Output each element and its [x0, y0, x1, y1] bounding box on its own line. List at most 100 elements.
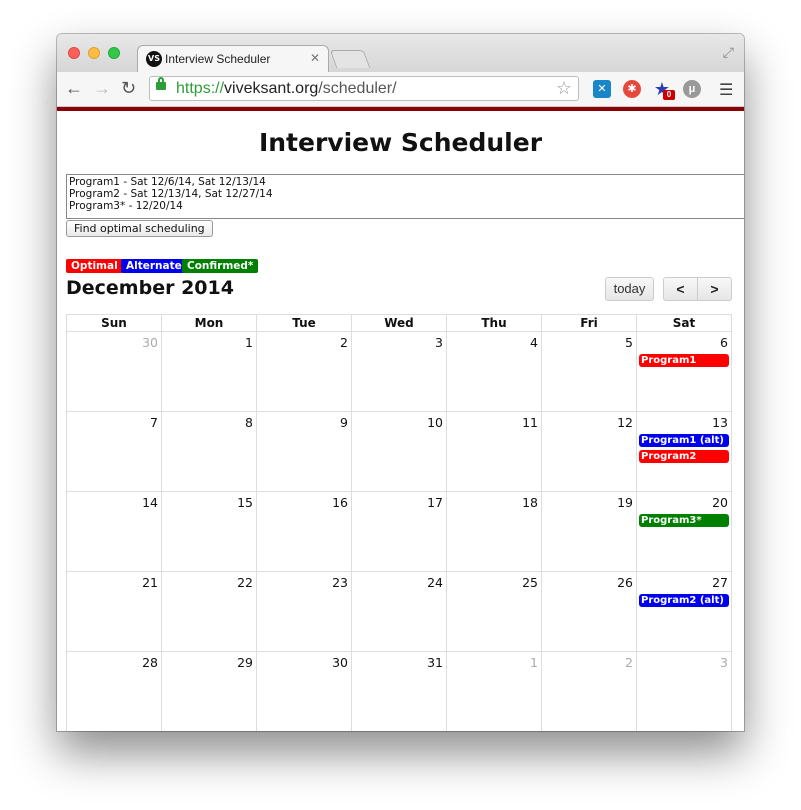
week-row: 7 8 9 10 11 12 13 Program1 (alt) Program2 [66, 412, 732, 492]
extension-4-icon[interactable]: μ [683, 80, 701, 98]
day-cell[interactable]: 17 [352, 492, 447, 571]
browser-window: VS Interview Scheduler ✕ ⤢ ← → ↻ https:/… [57, 34, 744, 731]
extension-2-icon[interactable]: ✱ [623, 80, 641, 98]
day-number: 20 [712, 495, 728, 510]
url-text: https://viveksant.org/scheduler/ [176, 80, 397, 98]
day-number: 24 [427, 575, 443, 590]
day-cell[interactable]: 19 [542, 492, 637, 571]
zoom-window-button[interactable] [108, 47, 120, 59]
day-cell[interactable]: 11 [447, 412, 542, 491]
fullscreen-icon[interactable]: ⤢ [723, 44, 734, 61]
day-cell[interactable]: 9 [257, 412, 352, 491]
tab-close-icon[interactable]: ✕ [310, 51, 320, 65]
address-bar[interactable]: https://viveksant.org/scheduler/ ☆ [149, 76, 579, 101]
day-cell[interactable]: 20 Program3* [637, 492, 732, 571]
day-cell[interactable]: 27 Program2 (alt) [637, 572, 732, 651]
forward-arrow-icon[interactable]: → [93, 78, 111, 99]
calendar-event[interactable]: Program2 [639, 450, 729, 463]
day-cell[interactable]: 16 [257, 492, 352, 571]
day-cell[interactable]: 4 [447, 332, 542, 411]
next-month-button[interactable]: > [697, 277, 732, 301]
url-scheme: https:// [176, 80, 225, 97]
day-number: 28 [142, 655, 158, 670]
tab-bar: VS Interview Scheduler ✕ ⤢ [57, 34, 744, 72]
dow-sun: Sun [67, 315, 162, 331]
dow-mon: Mon [162, 315, 257, 331]
calendar-event[interactable]: Program1 (alt) [639, 434, 729, 447]
tab-title: Interview Scheduler [165, 52, 271, 66]
day-cell[interactable]: 31 [352, 652, 447, 731]
day-cell[interactable]: 15 [162, 492, 257, 571]
url-host: viveksant.org [224, 80, 319, 97]
calendar-event[interactable]: Program3* [639, 514, 729, 527]
week-row: 30 1 2 3 4 5 6 Program1 [66, 332, 732, 412]
back-arrow-icon[interactable]: ← [65, 78, 83, 99]
day-number: 27 [712, 575, 728, 590]
close-window-button[interactable] [68, 47, 80, 59]
day-number: 31 [427, 655, 443, 670]
day-cell[interactable]: 23 [257, 572, 352, 651]
page-content: Interview Scheduler Program1 - Sat 12/6/… [57, 111, 744, 731]
day-cell[interactable]: 14 [67, 492, 162, 571]
week-row: 14 15 16 17 18 19 20 Program3* [66, 492, 732, 572]
bookmark-star-icon[interactable]: ☆ [556, 78, 572, 99]
day-number: 15 [237, 495, 253, 510]
day-cell[interactable]: 30 [257, 652, 352, 731]
day-cell[interactable]: 8 [162, 412, 257, 491]
prev-month-button[interactable]: < [663, 277, 698, 301]
day-number: 4 [530, 335, 538, 350]
schedule-input[interactable]: Program1 - Sat 12/6/14, Sat 12/13/14 Pro… [66, 174, 744, 219]
day-cell[interactable]: 5 [542, 332, 637, 411]
day-cell[interactable]: 10 [352, 412, 447, 491]
menu-icon[interactable]: ☰ [719, 80, 733, 100]
day-cell[interactable]: 26 [542, 572, 637, 651]
calendar-grid: Sun Mon Tue Wed Thu Fri Sat 30 1 2 3 4 5 6 Program1 7 8… [66, 314, 732, 731]
day-number: 30 [142, 335, 158, 350]
day-number: 3 [720, 655, 728, 670]
browser-toolbar: ← → ↻ https://viveksant.org/scheduler/ ☆… [57, 72, 744, 107]
reload-icon[interactable]: ↻ [121, 78, 136, 99]
day-cell[interactable]: 24 [352, 572, 447, 651]
day-number: 5 [625, 335, 633, 350]
day-cell[interactable]: 25 [447, 572, 542, 651]
day-cell[interactable]: 13 Program1 (alt) Program2 [637, 412, 732, 491]
day-number: 23 [332, 575, 348, 590]
legend-alternate: Alternate [121, 259, 187, 273]
day-number: 3 [435, 335, 443, 350]
extension-3-icon[interactable]: ★ 0 [653, 80, 675, 100]
day-cell[interactable]: 28 [67, 652, 162, 731]
legend-optimal: Optimal [66, 259, 123, 273]
calendar-event[interactable]: Program2 (alt) [639, 594, 729, 607]
day-cell[interactable]: 6 Program1 [637, 332, 732, 411]
week-row: 28 29 30 31 1 2 3 [66, 652, 732, 731]
calendar-event[interactable]: Program1 [639, 354, 729, 367]
day-cell[interactable]: 21 [67, 572, 162, 651]
tab-interview-scheduler[interactable]: VS Interview Scheduler ✕ [137, 45, 329, 72]
day-cell[interactable]: 22 [162, 572, 257, 651]
day-cell[interactable]: 12 [542, 412, 637, 491]
minimize-window-button[interactable] [88, 47, 100, 59]
day-cell[interactable]: 30 [67, 332, 162, 411]
day-number: 2 [340, 335, 348, 350]
extension-1-icon[interactable]: ✕ [593, 80, 611, 98]
day-cell[interactable]: 29 [162, 652, 257, 731]
day-number: 1 [245, 335, 253, 350]
day-cell[interactable]: 3 [637, 652, 732, 731]
site-favicon-icon: VS [146, 51, 162, 67]
find-optimal-button[interactable]: Find optimal scheduling [66, 220, 213, 237]
day-cell[interactable]: 2 [542, 652, 637, 731]
day-cell[interactable]: 7 [67, 412, 162, 491]
day-number: 29 [237, 655, 253, 670]
day-number: 13 [712, 415, 728, 430]
day-cell[interactable]: 2 [257, 332, 352, 411]
day-cell[interactable]: 1 [447, 652, 542, 731]
day-cell[interactable]: 1 [162, 332, 257, 411]
today-button[interactable]: today [605, 277, 654, 301]
day-cell[interactable]: 3 [352, 332, 447, 411]
day-cell[interactable]: 18 [447, 492, 542, 571]
calendar-title: December 2014 [66, 277, 234, 299]
day-number: 26 [617, 575, 633, 590]
day-of-week-header: Sun Mon Tue Wed Thu Fri Sat [66, 314, 732, 332]
new-tab-button[interactable] [329, 50, 371, 68]
day-number: 30 [332, 655, 348, 670]
